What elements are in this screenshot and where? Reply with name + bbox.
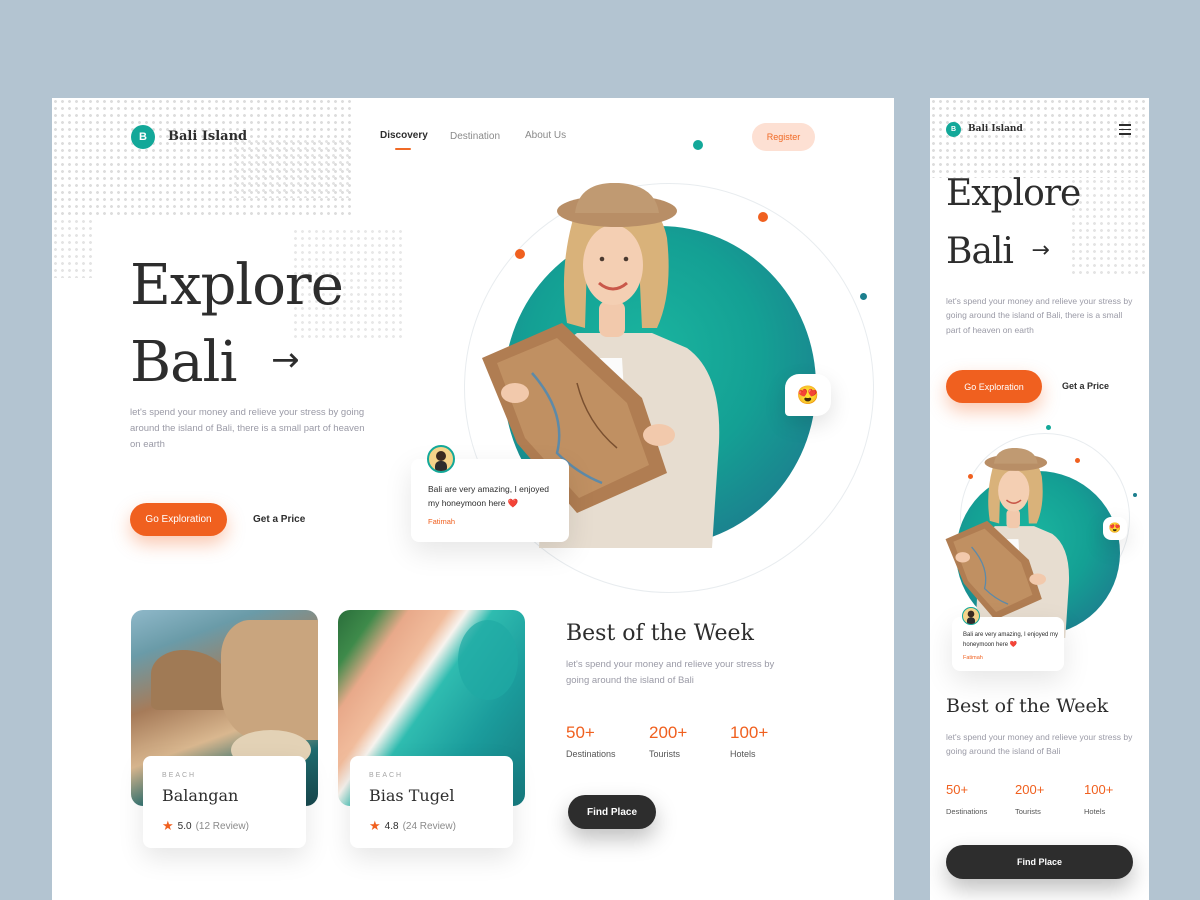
review-card: Bali are very amazing, I enjoyed my hone…	[411, 445, 569, 542]
stat-hotels-value: 100+	[730, 723, 769, 742]
rating-value: 4.8	[384, 820, 399, 832]
logo-badge[interactable]: B	[131, 125, 155, 149]
logo-badge[interactable]: B	[946, 122, 961, 137]
hero-title-line2: Bali →	[130, 335, 300, 391]
destination-card-balangan[interactable]: BEACH Balangan ★ 5.0 (12 Review)	[143, 756, 306, 848]
review-card: Bali are very amazing, I enjoyed my hone…	[952, 607, 1064, 671]
nav-about-us[interactable]: About Us	[525, 130, 566, 141]
stat-destinations-label: Destinations	[566, 749, 616, 759]
heart-eyes-emoji-icon: 😍	[1108, 523, 1122, 534]
destination-name: Balangan	[162, 786, 239, 805]
brand-name[interactable]: Bali Island	[168, 129, 247, 144]
reaction-emoji-bubble: 😍	[1103, 517, 1127, 540]
find-place-button[interactable]: Find Place	[946, 845, 1133, 879]
review-count: (12 Review)	[195, 820, 249, 832]
star-icon: ★	[369, 818, 381, 833]
decor-dot	[1046, 425, 1051, 430]
reviewer-avatar	[962, 607, 980, 625]
nav-destination[interactable]: Destination	[450, 131, 500, 142]
reviewer-avatar	[427, 445, 455, 473]
decor-dot	[693, 140, 703, 150]
destination-card-bias-tugel[interactable]: BEACH Bias Tugel ★ 4.8 (24 Review)	[350, 756, 513, 848]
person-icon	[967, 610, 975, 624]
best-of-week-description: let's spend your money and relieve your …	[946, 732, 1133, 757]
heart-icon: ❤️	[507, 498, 519, 509]
go-exploration-button[interactable]: Go Exploration	[130, 503, 227, 536]
hero-title-bali: Bali	[946, 231, 1014, 272]
desktop-page: B Bali Island Discovery Destination Abou…	[52, 98, 894, 900]
brand-name[interactable]: Bali Island	[968, 124, 1023, 134]
register-button[interactable]: Register	[752, 123, 815, 151]
stat-tourists-label: Tourists	[649, 749, 681, 759]
destination-rating: ★ 4.8 (24 Review)	[369, 818, 456, 834]
person-icon	[435, 451, 447, 471]
review-author: Fatimah	[963, 655, 983, 661]
world-map-dots	[232, 138, 352, 198]
stat-hotels-label: Hotels	[730, 749, 756, 759]
get-price-link[interactable]: Get a Price	[1062, 381, 1109, 391]
menu-icon[interactable]	[1119, 124, 1131, 135]
heart-eyes-emoji-icon: 😍	[796, 384, 820, 405]
find-place-button[interactable]: Find Place	[568, 795, 656, 829]
hero-title-line1: Explore	[946, 173, 1081, 214]
stat-hotels-label: Hotels	[1084, 807, 1106, 816]
get-price-link[interactable]: Get a Price	[253, 514, 305, 525]
hero-description: let's spend your money and relieve your …	[130, 407, 365, 451]
mobile-page: B Bali Island Explore Bali → let's spend…	[930, 98, 1149, 900]
destination-tag: BEACH	[369, 772, 404, 779]
stat-tourists-label: Tourists	[1015, 807, 1041, 816]
decor-dot	[1075, 458, 1080, 463]
traveler-woman-image	[945, 448, 1070, 638]
review-text: Bali are very amazing, I enjoyed my hone…	[428, 482, 562, 510]
destination-tag: BEACH	[162, 772, 197, 779]
heart-icon: ❤️	[1009, 642, 1018, 649]
star-icon: ★	[162, 818, 174, 833]
reaction-emoji-bubble: 😍	[785, 374, 831, 416]
stat-hotels-value: 100+	[1084, 782, 1114, 797]
world-map-dots	[52, 218, 92, 278]
stat-destinations-value: 50+	[566, 723, 595, 742]
best-of-week-description: let's spend your money and relieve your …	[566, 659, 775, 687]
review-count: (24 Review)	[402, 820, 456, 832]
destination-rating: ★ 5.0 (12 Review)	[162, 818, 249, 834]
stat-destinations-label: Destinations	[946, 807, 988, 816]
destination-name: Bias Tugel	[369, 786, 455, 805]
arrow-right-icon[interactable]: →	[271, 340, 299, 380]
stat-tourists-value: 200+	[649, 723, 688, 742]
world-map-dots	[1070, 178, 1149, 278]
review-author: Fatimah	[428, 517, 456, 526]
review-body: Bali are very amazing, I enjoyed my hone…	[428, 484, 549, 509]
review-text: Bali are very amazing, I enjoyed my hone…	[963, 630, 1061, 650]
hero-title-bali: Bali	[130, 330, 237, 395]
hero-title-line2: Bali →	[946, 231, 1050, 272]
go-exploration-button[interactable]: Go Exploration	[946, 370, 1042, 403]
best-of-week-title: Best of the Week	[566, 621, 754, 646]
stat-destinations-value: 50+	[946, 782, 969, 797]
decor-dot	[860, 293, 867, 300]
nav-discovery[interactable]: Discovery	[380, 130, 428, 141]
nav-active-indicator	[395, 148, 411, 150]
best-of-week-title: Best of the Week	[946, 695, 1109, 717]
world-map-dots	[930, 98, 1149, 178]
decor-dot	[758, 212, 768, 222]
decor-dot	[1133, 493, 1137, 497]
hero-title-line1: Explore	[130, 253, 344, 318]
rating-value: 5.0	[177, 820, 192, 832]
hero-description: let's spend your money and relieve your …	[946, 296, 1133, 335]
stat-tourists-value: 200+	[1015, 782, 1045, 797]
arrow-right-icon[interactable]: →	[1031, 238, 1049, 263]
